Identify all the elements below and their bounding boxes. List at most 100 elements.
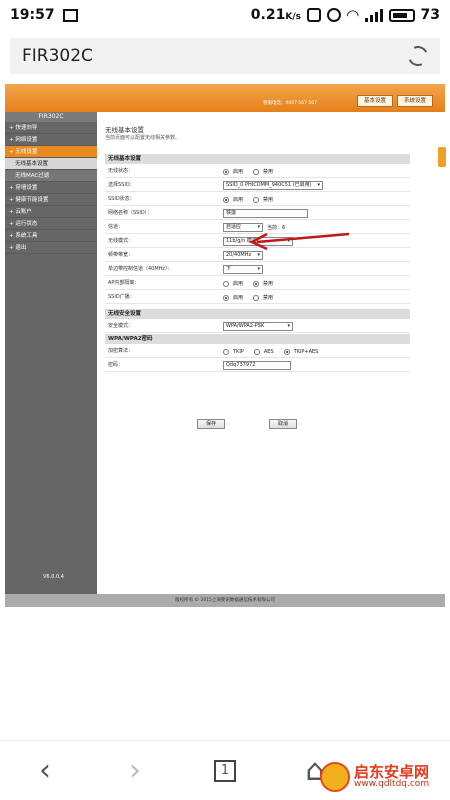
radio-label: 禁用 (263, 295, 274, 301)
radio-button[interactable] (223, 280, 229, 287)
watermark-logo-icon (320, 762, 350, 792)
dropdown-select[interactable]: 自适应 (223, 223, 263, 232)
address-bar[interactable]: FIR302C (10, 38, 440, 74)
sidebar: FIR302C + 快速向导 + 网络设置 + 无线设置 无线基本设置 无线MAC过滤 +… (5, 112, 97, 594)
settings-label: 选择SSID： (108, 182, 135, 188)
dropdown-select[interactable]: 11b/g/n 模式 (223, 237, 293, 246)
wifi-icon: ◠ (346, 6, 359, 24)
current-channel: 当前：6 (267, 225, 286, 231)
basic-section-header: 无线基本设置 (105, 154, 410, 164)
password-input[interactable]: Qdq737972 (223, 361, 291, 370)
router-page: 客服电话：4007 567 567 基本设置 系统设置 FIR302C + 快速… (5, 84, 446, 607)
radio-button[interactable] (253, 294, 260, 301)
settings-row: 选择SSID： SSID_0 PHICOMM_940C51 (已启用) (105, 179, 410, 192)
sidebar-item[interactable]: 无线MAC过滤 (5, 170, 97, 182)
sidebar-item[interactable]: + 云账户 (5, 206, 97, 218)
sidebar-item[interactable]: + 网络设置 (5, 134, 97, 146)
settings-row: 无线状态： 启用 禁用 (105, 165, 410, 178)
alarm-icon (326, 8, 341, 22)
radio-button[interactable] (253, 168, 260, 175)
settings-label: 无线状态： (108, 168, 134, 174)
vibrate-icon (306, 8, 321, 22)
security-mode-label: 安全模式： (108, 323, 134, 329)
radio-button[interactable] (223, 196, 229, 203)
tabs-button[interactable]: 1 (205, 751, 245, 791)
settings-label: 信道： (108, 224, 124, 230)
status-time: 19:57 (10, 7, 55, 23)
ssid-input[interactable]: 铁莲 (223, 209, 308, 218)
settings-label: SSID状态： (108, 196, 135, 202)
back-icon[interactable]: ‹ (25, 751, 65, 791)
settings-label: 无线模式： (108, 238, 134, 244)
sidebar-item[interactable]: + 健康节能设置 (5, 194, 97, 206)
radio-button[interactable] (253, 196, 260, 203)
tab-count: 1 (214, 759, 236, 782)
save-button[interactable]: 保存 (197, 419, 225, 429)
settings-label: 网络名称（SSID）： (108, 210, 153, 216)
settings-row: SSID状态： 启用 禁用 (105, 193, 410, 206)
basic-settings-button[interactable]: 基本设置 (357, 95, 393, 107)
radio-label: 启用 (233, 281, 244, 287)
side-tab-handle[interactable] (438, 147, 446, 167)
reload-icon[interactable] (405, 43, 431, 69)
sidebar-item[interactable]: + 穿墙设置 (5, 182, 97, 194)
sidebar-item[interactable]: 无线基本设置 (5, 158, 97, 170)
sidebar-item[interactable]: + 退出 (5, 242, 97, 254)
encrypt-option-label: TKIP (233, 348, 244, 355)
settings-row: AP内部隔离： 启用 禁用 (105, 277, 410, 290)
settings-row: 网络名称（SSID）： 铁莲 (105, 207, 410, 220)
settings-label: SSID广播： (108, 294, 135, 300)
dropdown-select[interactable]: 下 (223, 265, 263, 274)
sidebar-menu: + 快速向导 + 网络设置 + 无线设置 无线基本设置 无线MAC过滤 + 穿墙设置 + 健… (5, 122, 97, 254)
top-banner: 客服电话：4007 567 567 基本设置 系统设置 (5, 84, 445, 112)
encrypt-radio[interactable] (283, 348, 290, 355)
content-title: 无线基本设置 (105, 126, 144, 134)
battery-icon (388, 8, 415, 22)
content-description: 当前页面可以配置无线相关参数。 (105, 135, 181, 141)
encrypt-radio[interactable] (223, 348, 229, 355)
settings-row: SSID广播： 启用 禁用 (105, 291, 410, 304)
sidebar-title: FIR302C (5, 112, 97, 122)
settings-label: 频带带宽： (108, 252, 134, 258)
radio-label: 禁用 (263, 281, 274, 287)
network-speed: 0.21K/s (250, 7, 301, 23)
security-section-header: 无线安全设置 (105, 309, 410, 319)
forward-icon[interactable]: › (115, 751, 155, 791)
radio-label: 禁用 (263, 197, 274, 203)
sidebar-item[interactable]: + 运行状态 (5, 218, 97, 230)
encrypt-option-label: TKIP+AES (293, 348, 319, 355)
settings-row: 信道： 自适应当前：6 (105, 221, 410, 234)
watermark-name: 启东安卓网 (354, 762, 430, 781)
system-settings-button[interactable]: 系统设置 (397, 95, 433, 107)
dropdown-select[interactable]: 20/40MHz (223, 251, 263, 260)
radio-label: 禁用 (263, 169, 274, 175)
encrypt-row: 加密算法： TKIP AES TKIP+AES (105, 345, 410, 358)
sidebar-item[interactable]: + 系统工具 (5, 230, 97, 242)
site-watermark: 启东安卓网 www.qdltdq.com (320, 758, 448, 796)
hotline-text: 客服电话：4007 567 567 (263, 101, 317, 106)
settings-row: 单边带控制信道（40MHz）： 下 (105, 263, 410, 276)
sidebar-item[interactable]: + 无线设置 (5, 146, 97, 158)
page-title: FIR302C (22, 46, 93, 66)
signal-icon (364, 8, 383, 22)
cancel-button[interactable]: 取消 (269, 419, 297, 429)
status-bar: 19:57 0.21K/s ◠ 73 (0, 0, 450, 30)
radio-button[interactable] (253, 280, 260, 287)
encrypt-radio[interactable] (253, 348, 260, 355)
page-footer: 版权所有 © 2015上海斐讯数据通信技术有限公司 (5, 594, 445, 607)
radio-button[interactable] (223, 294, 229, 301)
firmware-version: V6.0.0.4 (43, 574, 64, 580)
dropdown-select[interactable]: SSID_0 PHICOMM_940C51 (已启用) (223, 181, 323, 190)
radio-label: 启用 (233, 197, 244, 203)
content-panel: 无线基本设置 当前页面可以配置无线相关参数。 无线基本设置 无线状态： 启用 禁用选… (97, 112, 446, 594)
security-mode-select[interactable]: WPA/WPA2-PSK (223, 322, 293, 331)
watermark-url: www.qdltdq.com (354, 779, 430, 790)
settings-row: 无线模式： 11b/g/n 模式 (105, 235, 410, 248)
radio-label: 启用 (233, 169, 244, 175)
settings-label: 单边带控制信道（40MHz）： (108, 266, 173, 272)
sidebar-item[interactable]: + 快速向导 (5, 122, 97, 134)
security-mode-row: 安全模式： WPA/WPA2-PSK (105, 320, 410, 333)
radio-button[interactable] (223, 168, 229, 175)
settings-row: 频带带宽： 20/40MHz (105, 249, 410, 262)
encrypt-label: 加密算法： (108, 348, 134, 354)
